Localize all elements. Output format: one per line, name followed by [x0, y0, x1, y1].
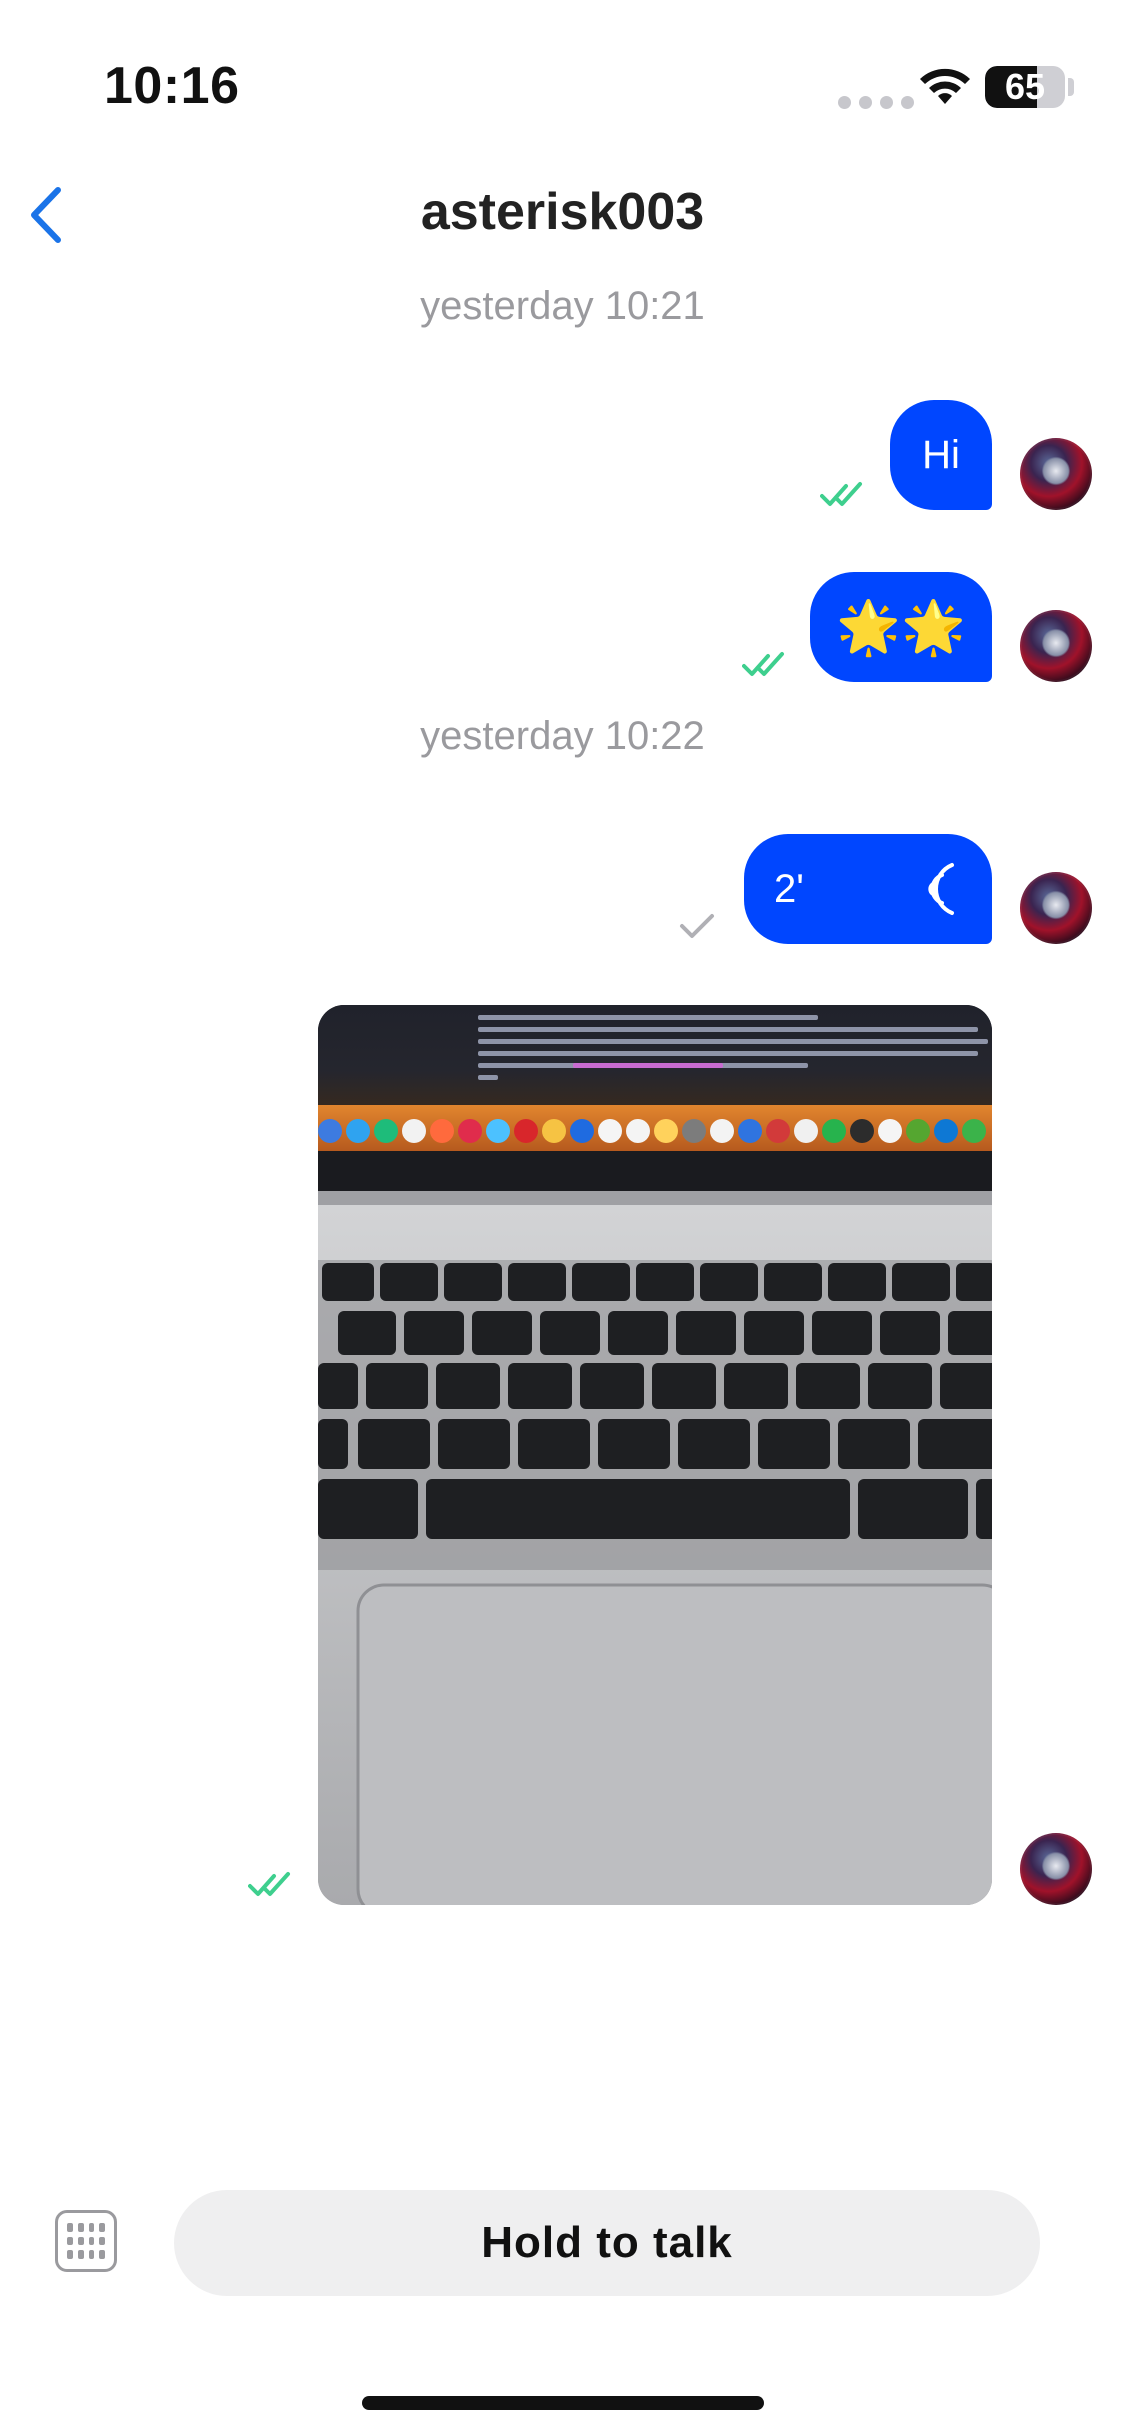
- chat-title: asterisk003: [420, 183, 705, 241]
- hold-to-talk-button[interactable]: Hold to talk: [174, 2190, 1040, 2296]
- message-bubble[interactable]: 🌟🌟: [810, 572, 992, 682]
- message-bubble[interactable]: Hi: [890, 400, 992, 510]
- image-message[interactable]: [318, 1005, 992, 1905]
- avatar[interactable]: [1020, 1833, 1092, 1905]
- read-check-icon: [820, 482, 862, 506]
- home-indicator: [362, 2396, 764, 2410]
- avatar[interactable]: [1020, 438, 1092, 510]
- sent-check-icon: [680, 914, 714, 938]
- battery-percent: 65: [1004, 66, 1046, 107]
- status-time: 10:16: [104, 57, 240, 115]
- message-text: Hi: [922, 432, 960, 477]
- keyboard-icon[interactable]: [55, 2210, 117, 2272]
- timestamp: yesterday 10:21: [420, 284, 705, 328]
- read-check-icon: [248, 1872, 290, 1896]
- voice-wave-icon: [928, 863, 954, 915]
- voice-duration: 2': [774, 866, 804, 911]
- message-text: 🌟🌟: [836, 598, 966, 657]
- read-check-icon: [742, 652, 784, 676]
- avatar[interactable]: [1020, 872, 1092, 944]
- timestamp: yesterday 10:22: [420, 714, 705, 758]
- laptop-photo: [318, 1005, 992, 1905]
- battery-icon: 65: [985, 66, 1065, 108]
- wifi-icon: [920, 68, 970, 104]
- battery-tip: [1068, 78, 1074, 96]
- cellular-signal-icon: [838, 96, 914, 109]
- voice-message-bubble[interactable]: 2': [744, 834, 992, 944]
- avatar[interactable]: [1020, 610, 1092, 682]
